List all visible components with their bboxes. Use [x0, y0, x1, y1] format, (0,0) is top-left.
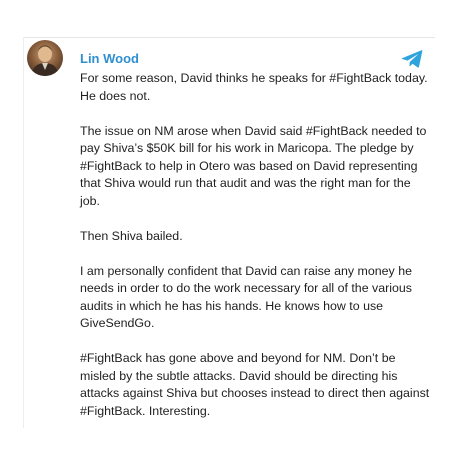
author-name[interactable]: Lin Wood — [80, 51, 139, 67]
telegram-icon[interactable] — [401, 49, 423, 69]
post-body: For some reason, David thinks he speaks … — [80, 70, 430, 438]
post-paragraph: For some reason, David thinks he speaks … — [80, 71, 428, 103]
post-paragraph: The issue on NM arose when David said #F… — [80, 123, 427, 208]
post-paragraph: #FightBack has gone above and beyond for… — [80, 351, 430, 418]
avatar[interactable] — [27, 40, 63, 76]
post-card: Lin Wood For some reason, David thinks h… — [23, 37, 435, 428]
post-paragraph: I am personally confident that David can… — [80, 263, 412, 331]
post-paragraph: Then Shiva bailed. — [80, 228, 183, 243]
user-avatar-icon — [31, 45, 59, 76]
